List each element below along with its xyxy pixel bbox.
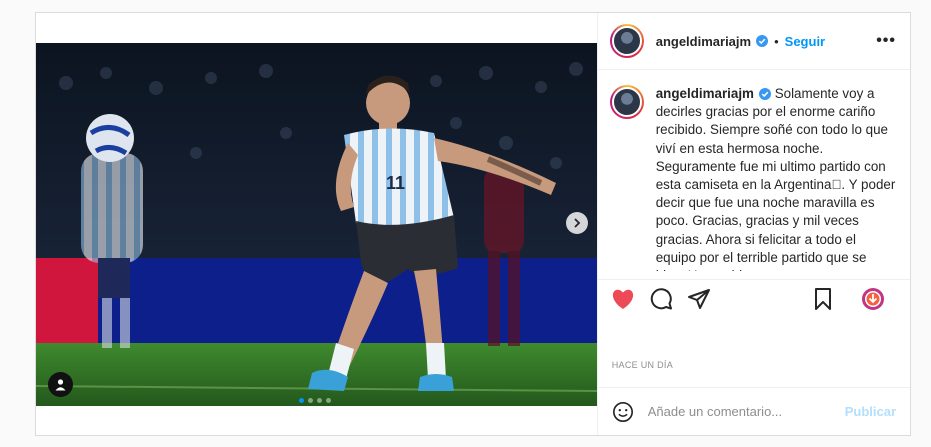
user-tags-button[interactable] (48, 372, 73, 397)
save-button[interactable] (810, 286, 836, 312)
comment-bar: Publicar (597, 387, 910, 435)
publish-button[interactable]: Publicar (845, 404, 896, 419)
follow-button[interactable]: Seguir (785, 34, 825, 49)
avatar-image (611, 26, 642, 56)
heart-icon (612, 289, 633, 309)
more-options-button[interactable]: ••• (876, 32, 896, 50)
carousel-dot (299, 398, 304, 403)
header-username[interactable]: angeldimariajm (656, 34, 751, 49)
football-photo-illustration: 11 (36, 43, 598, 406)
caption-section: angeldimariajm Solamente voy a decirles … (609, 85, 896, 271)
jersey-number: 11 (386, 173, 405, 193)
comment-button[interactable] (648, 286, 674, 312)
promo-icon (862, 287, 884, 310)
chevron-right-icon (574, 218, 580, 228)
carousel-dot (326, 398, 331, 403)
carousel-indicator (299, 398, 331, 403)
caption-avatar[interactable] (609, 85, 644, 119)
post-sidebar: angeldimariajm • Seguir ••• angeldimaria… (596, 13, 910, 435)
post-photo[interactable]: 11 (36, 43, 598, 406)
carousel-dot (308, 398, 313, 403)
post-timestamp[interactable]: HACE UN DÍA (612, 360, 673, 370)
user-tag-icon (55, 379, 66, 391)
carousel-dot (317, 398, 322, 403)
comment-icon (650, 287, 672, 309)
caption-text-block: angeldimariajm Solamente voy a decirles … (656, 85, 896, 271)
emoji-icon[interactable] (612, 401, 634, 423)
like-button[interactable] (610, 286, 636, 312)
post-media: 11 (36, 13, 598, 435)
bookmark-icon (815, 287, 831, 310)
post-header: angeldimariajm • Seguir ••• (597, 13, 910, 70)
header-separator: • (774, 33, 779, 49)
verified-badge-icon (756, 35, 769, 47)
action-bar (597, 279, 910, 317)
share-button[interactable] (686, 286, 712, 312)
comment-input[interactable] (647, 404, 845, 419)
avatar-image (611, 87, 642, 117)
carousel-next-button[interactable] (565, 212, 588, 234)
caption-username[interactable]: angeldimariajm (656, 86, 754, 101)
caption-body: Solamente voy a decirles gracias por el … (655, 86, 896, 271)
share-icon (687, 288, 710, 309)
instagram-post: 11 angeldimariajm • Seguir ••• angeldima… (35, 12, 911, 436)
verified-badge-icon (758, 88, 771, 101)
promo-button[interactable] (860, 286, 886, 312)
avatar[interactable] (609, 24, 644, 58)
